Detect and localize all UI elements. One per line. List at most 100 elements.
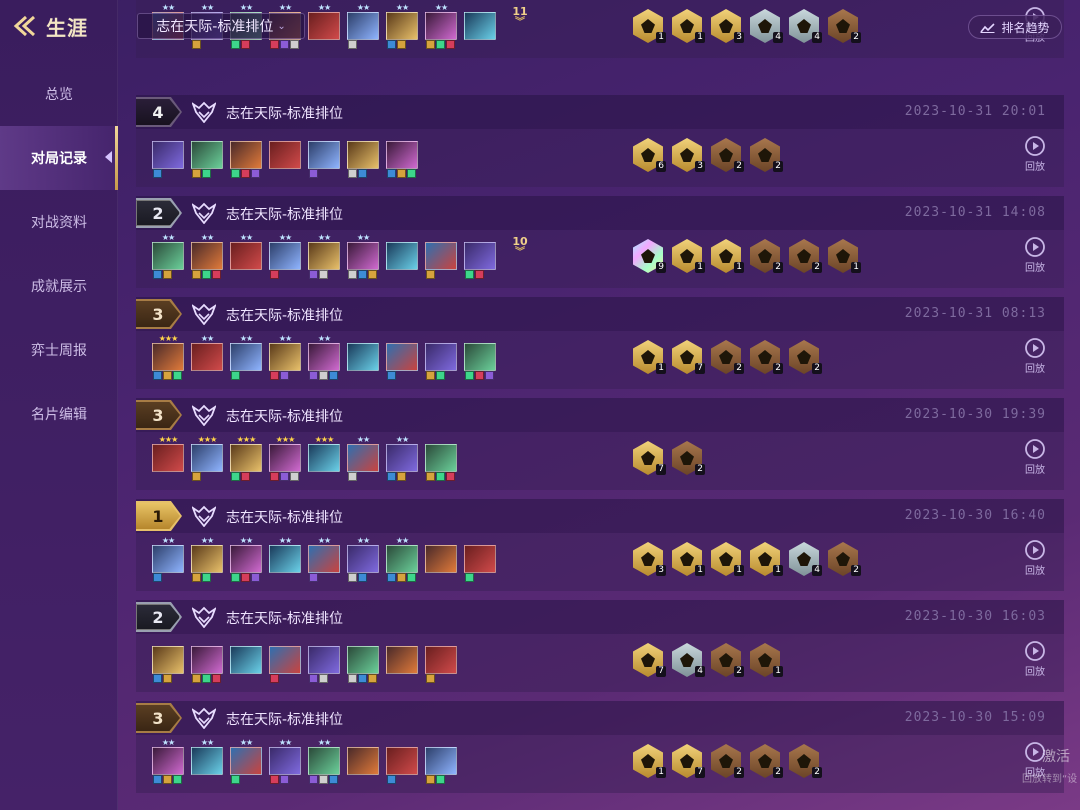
replay-button[interactable]: 回放	[1020, 236, 1050, 274]
trait-badge[interactable]: 2	[711, 340, 744, 374]
unit-portrait[interactable]	[464, 541, 496, 582]
unit-portrait[interactable]: ★★	[308, 537, 340, 582]
trait-badge[interactable]: 1	[633, 744, 666, 778]
match-row[interactable]: 3 志在天际-标准排位 2023-10-30 15:09 ★★ ★★ ★★ ★★ ★★ 1 7 2 2…	[136, 701, 1064, 793]
trait-badge[interactable]: 2	[711, 643, 744, 677]
replay-button[interactable]: 回放	[1020, 337, 1050, 375]
trait-badge[interactable]: 1	[672, 542, 705, 576]
unit-portrait[interactable]	[425, 238, 457, 279]
trait-badge[interactable]: 1	[711, 542, 744, 576]
unit-portrait[interactable]	[386, 238, 418, 276]
match-row[interactable]: 2 志在天际-标准排位 2023-10-30 16:03 7 4 2 1 回放	[136, 600, 1064, 692]
unit-portrait[interactable]: ★★	[269, 537, 301, 579]
unit-portrait[interactable]: ★★	[191, 537, 223, 582]
unit-portrait[interactable]: ★★	[308, 739, 340, 784]
unit-portrait[interactable]	[308, 642, 340, 683]
unit-portrait[interactable]: ★★	[347, 537, 379, 582]
unit-portrait[interactable]: ★★	[191, 234, 223, 279]
unit-portrait[interactable]	[386, 743, 418, 784]
unit-portrait[interactable]: ★★★	[191, 436, 223, 481]
replay-button[interactable]: 回放	[1020, 539, 1050, 577]
match-row[interactable]: 3 志在天际-标准排位 2023-10-30 19:39 ★★★ ★★★ ★★★ ★★★ ★★…	[136, 398, 1064, 490]
trait-badge[interactable]: 1	[750, 643, 783, 677]
trait-badge[interactable]: 1	[828, 239, 861, 273]
trait-badge[interactable]: 2	[789, 340, 822, 374]
replay-button[interactable]: 回放	[1020, 438, 1050, 476]
trait-badge[interactable]: 9	[633, 239, 666, 273]
unit-portrait[interactable]	[269, 137, 301, 175]
unit-portrait[interactable]	[425, 642, 457, 683]
trait-badge[interactable]: 2	[750, 340, 783, 374]
trait-badge[interactable]: 1	[672, 239, 705, 273]
unit-portrait[interactable]: ★★★	[152, 436, 184, 478]
unit-portrait[interactable]	[386, 339, 418, 380]
unit-portrait[interactable]: ★★	[191, 335, 223, 377]
unit-portrait[interactable]	[386, 642, 418, 680]
unit-portrait[interactable]: ★★	[386, 4, 418, 49]
unit-portrait[interactable]: ★★	[386, 436, 418, 481]
trait-badge[interactable]: 2	[750, 239, 783, 273]
trait-badge[interactable]: 2	[789, 239, 822, 273]
rank-trend-button[interactable]: 排名趋势	[968, 15, 1062, 39]
sidebar-item-4[interactable]: 弈士周报	[0, 318, 118, 382]
unit-portrait[interactable]: ★★	[269, 739, 301, 784]
trait-badge[interactable]: 1	[672, 9, 705, 43]
trait-badge[interactable]: 6	[633, 138, 666, 172]
trait-badge[interactable]: 4	[789, 542, 822, 576]
unit-portrait[interactable]	[269, 642, 301, 683]
unit-portrait[interactable]	[230, 642, 262, 680]
trait-badge[interactable]: 2	[828, 9, 861, 43]
unit-portrait[interactable]: ★★★	[152, 335, 184, 380]
unit-portrait[interactable]	[464, 238, 496, 279]
unit-portrait[interactable]	[425, 743, 457, 784]
sidebar-item-1[interactable]: 对局记录	[0, 126, 118, 190]
unit-portrait[interactable]: ★★	[308, 4, 340, 46]
sidebar-item-3[interactable]: 成就展示	[0, 254, 118, 318]
trait-badge[interactable]: 3	[711, 9, 744, 43]
trait-badge[interactable]: 1	[750, 542, 783, 576]
unit-portrait[interactable]: ★★	[152, 739, 184, 784]
trait-badge[interactable]: 7	[633, 441, 666, 475]
trait-badge[interactable]: 2	[672, 441, 705, 475]
unit-portrait[interactable]	[425, 541, 457, 579]
unit-portrait[interactable]: ★★	[347, 4, 379, 49]
unit-portrait[interactable]: ★★★	[230, 436, 262, 481]
unit-portrait[interactable]: ★★★	[269, 436, 301, 481]
unit-portrait[interactable]	[347, 339, 379, 377]
trait-badge[interactable]: 7	[672, 340, 705, 374]
trait-badge[interactable]: 4	[750, 9, 783, 43]
unit-portrait[interactable]: ★★	[269, 234, 301, 279]
trait-badge[interactable]: 4	[789, 9, 822, 43]
sidebar-item-0[interactable]: 总览	[0, 62, 118, 126]
match-row[interactable]: 1 志在天际-标准排位 2023-10-30 16:40 ★★ ★★ ★★ ★★ ★★ ★★ ★★…	[136, 499, 1064, 591]
unit-portrait[interactable]: ★★	[347, 436, 379, 481]
trait-badge[interactable]: 2	[750, 138, 783, 172]
unit-portrait[interactable]: ★★	[230, 335, 262, 380]
unit-portrait[interactable]	[347, 137, 379, 178]
unit-portrait[interactable]: ★★	[308, 335, 340, 380]
trait-badge[interactable]: 3	[672, 138, 705, 172]
unit-portrait[interactable]	[464, 339, 496, 380]
unit-portrait[interactable]	[152, 642, 184, 683]
trait-badge[interactable]: 1	[633, 9, 666, 43]
trait-badge[interactable]: 2	[828, 542, 861, 576]
unit-portrait[interactable]: ★★	[152, 537, 184, 582]
unit-portrait[interactable]	[425, 339, 457, 380]
unit-portrait[interactable]	[191, 137, 223, 178]
trait-badge[interactable]: 2	[711, 138, 744, 172]
trait-badge[interactable]: 4	[672, 643, 705, 677]
trait-badge[interactable]: 2	[711, 744, 744, 778]
trait-badge[interactable]: 7	[672, 744, 705, 778]
trait-badge[interactable]: 2	[789, 744, 822, 778]
unit-portrait[interactable]: ★★	[308, 234, 340, 279]
unit-portrait[interactable]	[347, 642, 379, 683]
trait-badge[interactable]: 2	[750, 744, 783, 778]
unit-portrait[interactable]: ★★	[386, 537, 418, 582]
sidebar-item-5[interactable]: 名片编辑	[0, 382, 118, 446]
unit-portrait[interactable]: ★★	[230, 234, 262, 276]
match-row[interactable]: 2 志在天际-标准排位 2023-10-31 14:08 ★★ ★★ ★★ ★★ ★★ ★★ 10…	[136, 196, 1064, 288]
sidebar-item-2[interactable]: 对战资料	[0, 190, 118, 254]
unit-portrait[interactable]	[152, 137, 184, 178]
replay-button[interactable]: 回放	[1020, 640, 1050, 678]
unit-portrait[interactable]	[425, 440, 457, 481]
